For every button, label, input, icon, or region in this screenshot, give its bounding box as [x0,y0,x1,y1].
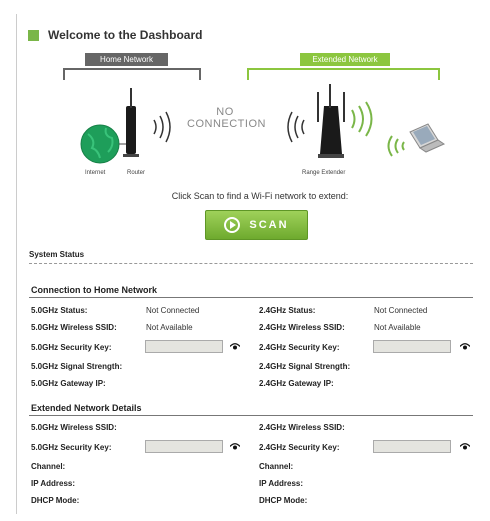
status-24g-value: Not Connected [374,306,428,315]
ext-security-key-24g-field[interactable] [373,440,451,453]
dashed-divider [29,263,473,264]
ext-ip-label: IP Address: [31,479,76,488]
system-status-heading: System Status [29,250,85,259]
status-5g-label: 5.0GHz Status: [31,306,88,315]
show-password-eye-icon[interactable] [230,443,240,450]
range-extender-label: Range Extender [302,170,346,176]
laptop-icon [409,123,446,153]
router-wifi-waves-icon [153,111,171,143]
extender-wifi-waves-right-icon [351,101,373,137]
section-divider [29,415,473,416]
ssid-5g-label: 5.0GHz Wireless SSID: [31,323,117,332]
laptop-wifi-waves-icon [387,135,405,157]
extended-network-bracket [247,68,440,80]
home-network-bracket [63,68,201,80]
page-title: Welcome to the Dashboard [48,28,203,42]
ext-channel-label: Channel: [31,462,66,471]
extender-wifi-waves-left-icon [287,111,305,143]
router-label: Router [127,170,146,176]
security-key-24g-label: 2.4GHz Security Key: [259,343,340,352]
gateway-5g-label: 5.0GHz Gateway IP: [31,379,106,388]
extended-network-heading: Extended Network Details [31,403,142,413]
extended-network-label: Extended Network [300,53,390,66]
connection-home-heading: Connection to Home Network [31,285,158,295]
ssid-24g-value: Not Available [374,323,421,332]
ssid-24g-label: 2.4GHz Wireless SSID: [259,323,345,332]
network-diagram [80,84,446,164]
ext-ssid-5g-label: 5.0GHz Wireless SSID: [31,423,117,432]
status-24g-label: 2.4GHz Status: [259,306,316,315]
gateway-24g-label: 2.4GHz Gateway IP: [259,379,334,388]
scan-button[interactable]: SCAN [205,210,308,240]
no-connection-text: NO CONNECTION [187,106,266,130]
ext-ssid-24g-label: 2.4GHz Wireless SSID: [259,423,345,432]
ext-ip-24g-label: IP Address: [259,479,304,488]
ext-security-key-5g-label: 5.0GHz Security Key: [31,443,112,452]
security-key-5g-field[interactable] [145,340,223,353]
scan-button-label: SCAN [249,219,289,231]
welcome-header: Welcome to the Dashboard [28,28,202,42]
show-password-eye-icon[interactable] [460,443,470,450]
show-password-eye-icon[interactable] [460,343,470,350]
security-key-5g-label: 5.0GHz Security Key: [31,343,112,352]
internet-label: Internet [85,170,106,176]
green-square-icon [28,29,39,41]
ext-security-key-24g-label: 2.4GHz Security Key: [259,443,340,452]
range-extender-icon [317,84,345,158]
show-password-eye-icon[interactable] [230,343,240,350]
signal-5g-label: 5.0GHz Signal Strength: [31,362,123,371]
ext-dhcp-label: DHCP Mode: [31,496,80,505]
scan-prompt: Click Scan to find a Wi-Fi network to ex… [171,191,349,201]
ext-dhcp-24g-label: DHCP Mode: [259,496,308,505]
ext-security-key-5g-field[interactable] [145,440,223,453]
router-icon [123,88,139,157]
ext-channel-24g-label: Channel: [259,462,294,471]
play-icon [224,217,241,233]
ssid-5g-value: Not Available [146,323,193,332]
signal-24g-label: 2.4GHz Signal Strength: [259,362,351,371]
section-divider [29,297,473,298]
status-5g-value: Not Connected [146,306,200,315]
internet-globe-icon [80,124,120,164]
security-key-24g-field[interactable] [373,340,451,353]
home-network-label: Home Network [85,53,168,66]
